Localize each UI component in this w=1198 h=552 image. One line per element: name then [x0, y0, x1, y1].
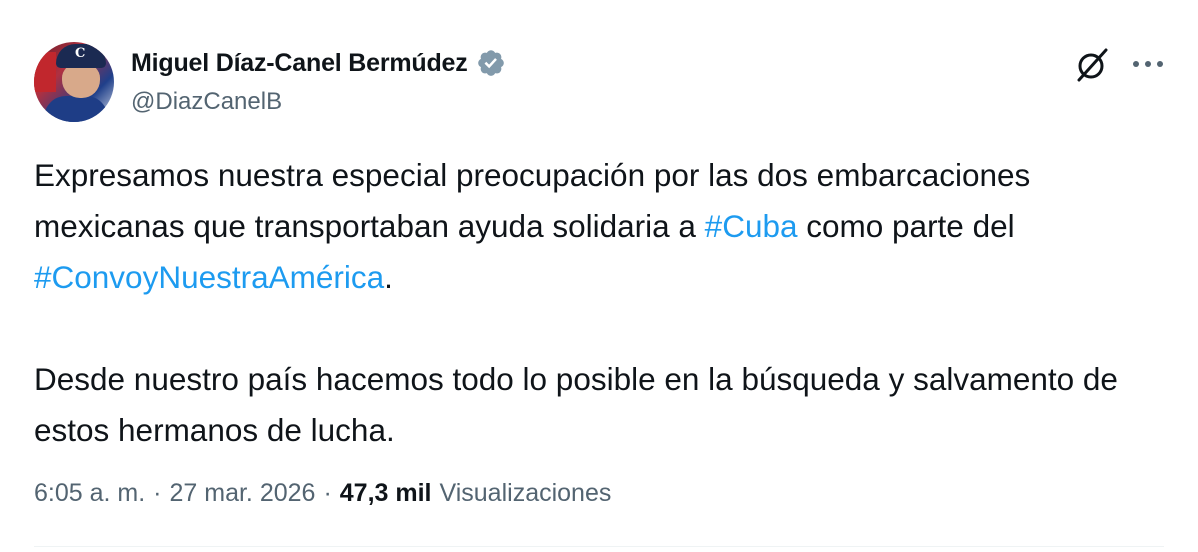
avatar[interactable]: C — [34, 42, 114, 122]
views-label[interactable]: Visualizaciones — [440, 479, 612, 508]
hashtag-cuba-link[interactable]: #Cuba — [705, 208, 798, 244]
tweet: C Miguel Díaz-Canel Bermúdez @DiazCanelB… — [0, 0, 1198, 552]
post-text: Expresamos nuestra especial preocupación… — [34, 150, 1164, 456]
verified-badge-icon[interactable] — [476, 48, 506, 78]
author-name-row: Miguel Díaz-Canel Bermúdez — [131, 46, 506, 80]
post-time[interactable]: 6:05 a. m. — [34, 479, 145, 508]
grok-icon[interactable] — [1073, 46, 1111, 84]
more-icon[interactable] — [1131, 58, 1165, 70]
meta-separator: · — [153, 478, 162, 507]
post-text-segment: como parte del — [797, 208, 1015, 244]
post-meta: 6:05 a. m. · 27 mar. 2026 · 47,3 mil Vis… — [34, 475, 611, 511]
avatar-cap-letter: C — [75, 46, 86, 61]
views-count[interactable]: 47,3 mil — [340, 479, 432, 508]
avatar-shirt — [44, 96, 108, 122]
post-paragraph-2: Desde nuestro país hacemos todo lo posib… — [34, 361, 1118, 448]
post-date[interactable]: 27 mar. 2026 — [170, 479, 316, 508]
author-handle[interactable]: @DiazCanelB — [131, 88, 282, 116]
flag-background — [34, 52, 56, 92]
author-display-name[interactable]: Miguel Díaz-Canel Bermúdez — [131, 49, 468, 78]
hashtag-convoy-link[interactable]: #ConvoyNuestraAmérica — [34, 259, 384, 295]
post-text-segment: . — [384, 259, 393, 295]
meta-separator: · — [323, 478, 332, 507]
avatar-face — [62, 64, 100, 98]
divider — [34, 546, 1164, 547]
post-paragraph-1: Expresamos nuestra especial preocupación… — [34, 150, 1164, 303]
